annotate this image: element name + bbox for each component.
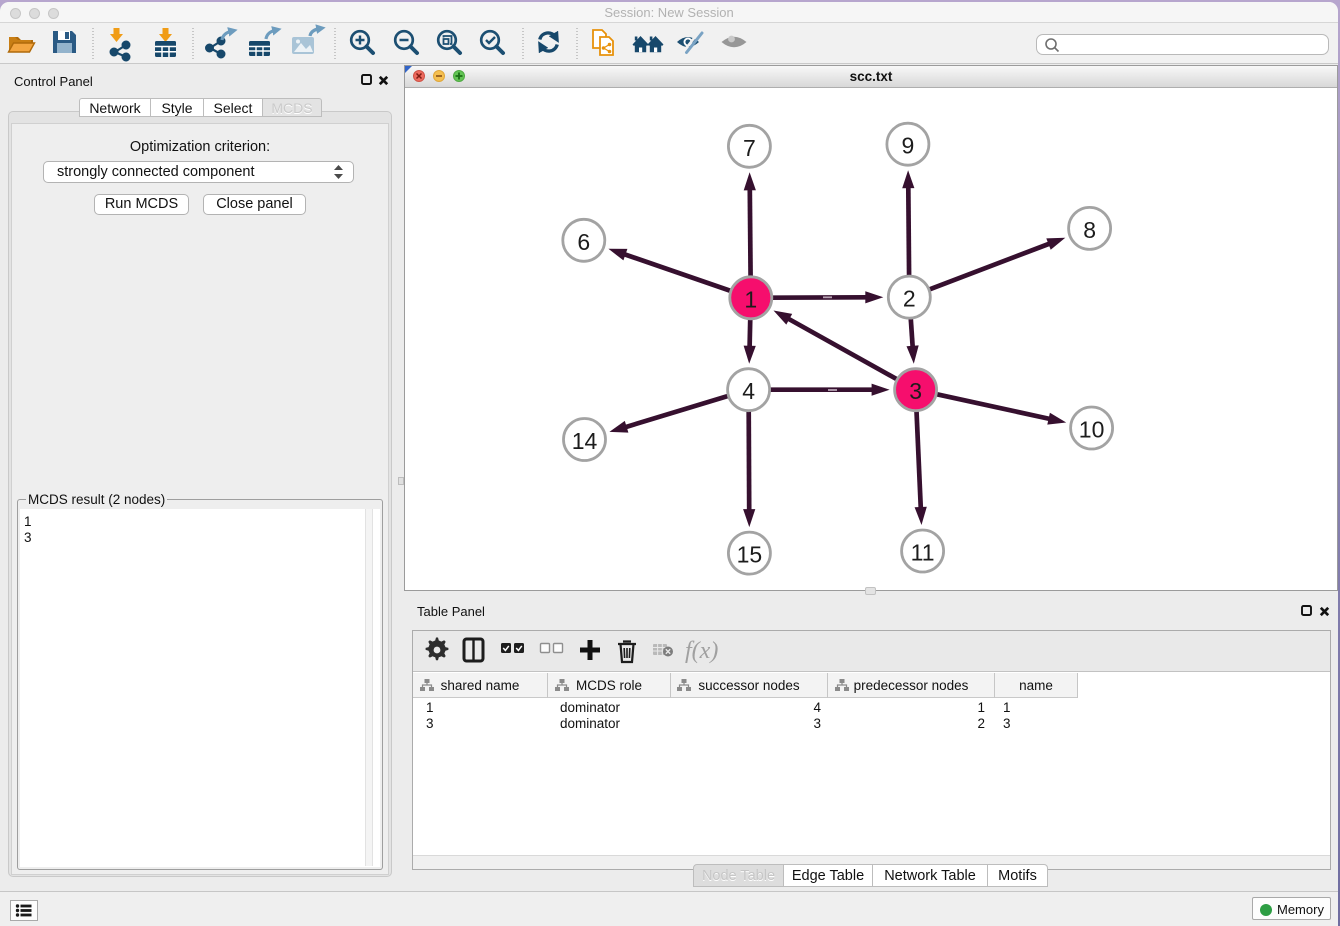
svg-text:8: 8: [1083, 217, 1096, 243]
svg-text:11: 11: [911, 540, 935, 566]
svg-text:9: 9: [902, 133, 915, 159]
svg-text:f(x): f(x): [685, 638, 718, 664]
svg-text:4: 4: [742, 378, 755, 404]
svg-text:10: 10: [1079, 417, 1105, 443]
svg-text:2: 2: [903, 286, 916, 312]
svg-text:14: 14: [572, 428, 598, 454]
svg-text:7: 7: [743, 135, 756, 161]
svg-text:15: 15: [737, 542, 763, 568]
svg-text:3: 3: [909, 378, 922, 404]
svg-text:1: 1: [744, 286, 757, 312]
svg-text:6: 6: [577, 229, 590, 255]
